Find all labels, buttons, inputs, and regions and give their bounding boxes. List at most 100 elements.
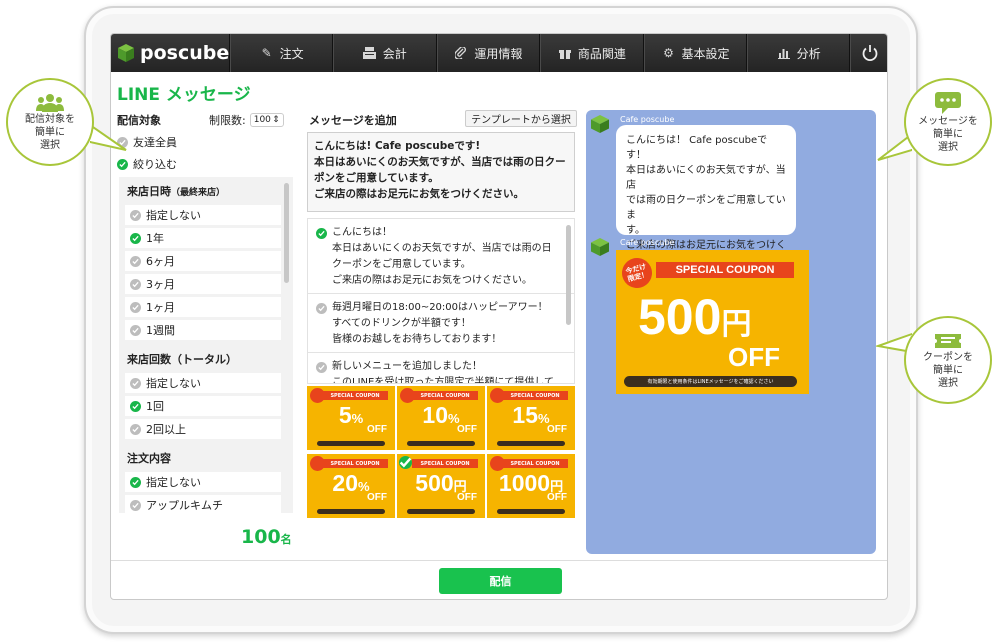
- check-circle-icon: [316, 228, 327, 239]
- filter-option[interactable]: 1ヶ月: [125, 297, 281, 317]
- top-nav-bar: poscube ✎ 注文 会計 運用情報 商品関連 ⚙ 基本設定 分析: [111, 34, 887, 72]
- coupon-tile[interactable]: SPECIAL COUPON 1000円 OFF: [487, 454, 575, 518]
- filter-option-label: 3ヶ月: [146, 278, 175, 291]
- coupon-off-label: OFF: [367, 492, 387, 503]
- check-circle-icon: [399, 456, 412, 469]
- nav-item-analytics[interactable]: 分析: [747, 34, 850, 72]
- check-circle-icon: [316, 303, 327, 314]
- coupon-value-number: 1000: [498, 470, 551, 496]
- callout-text: クーポンを 簡単に 選択: [923, 351, 973, 389]
- coupon-footer: 有効期限と使用条件はLINEメッセージをご確認ください: [624, 376, 797, 387]
- brand-name: poscube: [140, 42, 230, 64]
- limit-select[interactable]: 100 ⇕: [249, 113, 284, 127]
- nav-item-operations[interactable]: 運用情報: [436, 34, 541, 72]
- recipient-count-unit: 名: [280, 533, 292, 546]
- coupon-footer: [317, 509, 385, 514]
- pencil-icon: ✎: [261, 46, 272, 60]
- filter-option[interactable]: 指定しない: [125, 472, 281, 492]
- template-text: こんにちは！ 本日はあいにくのお天気ですが、当店では雨の日 クーポンをご用意して…: [332, 227, 552, 286]
- template-text: 新しいメニューを追加しました！ このLINEを受け取った方限定で半額にて提供して…: [332, 361, 555, 384]
- template-item[interactable]: こんにちは！ 本日はあいにくのお天気ですが、当店では雨の日 クーポンをご用意して…: [308, 219, 574, 289]
- coupon-tile[interactable]: SPECIAL COUPON 500円 OFF: [397, 454, 485, 518]
- filter-option[interactable]: 1回: [125, 396, 281, 416]
- callout-coupon: クーポンを 簡単に 選択: [904, 316, 992, 404]
- coupon-badge: 今だけ 限定！: [618, 254, 656, 292]
- power-icon: [862, 45, 878, 62]
- nav-item-products[interactable]: 商品関連: [540, 34, 644, 72]
- coupon-ribbon: SPECIAL COUPON: [322, 459, 388, 468]
- template-items: こんにちは！ 本日はあいにくのお天気ですが、当店では雨の日 クーポンをご用意して…: [308, 219, 574, 384]
- coupon-ribbon: SPECIAL COUPON: [412, 391, 478, 400]
- check-circle-icon: [130, 255, 141, 267]
- check-circle-icon: [130, 209, 141, 221]
- coupon-footer: [407, 509, 475, 514]
- coupon-value-unit: %: [351, 411, 364, 426]
- filter-option[interactable]: 1週間: [125, 320, 281, 340]
- filter-heading-subtitle: （最終来店）: [171, 188, 226, 198]
- gears-icon: ⚙: [663, 46, 674, 60]
- coupon-footer: [497, 441, 565, 446]
- compose-label: メッセージを追加: [309, 114, 397, 127]
- filter-option-label: 指定しない: [146, 377, 201, 390]
- bar-chart-icon: [777, 46, 791, 60]
- coupon-tile[interactable]: SPECIAL COUPON 20% OFF: [307, 454, 395, 518]
- preview-coupon-image: SPECIAL COUPON 今だけ 限定！ 500円 OFF 有効期限と使用条…: [616, 250, 809, 394]
- paperclip-icon: [454, 46, 468, 60]
- page-title: LINE メッセージ: [117, 85, 251, 105]
- template-list-scrollbar[interactable]: [566, 225, 571, 325]
- line-preview-panel: Cafe poscube こんにちは！ Cafe poscubeです！ 本日はあ…: [586, 110, 876, 554]
- message-textarea[interactable]: こんにちは! Cafe poscubeです! 本日はあいにくのお天気ですが、当店…: [307, 132, 575, 212]
- filter-option[interactable]: 3ヶ月: [125, 274, 281, 294]
- coupon-ribbon: SPECIAL COUPON: [656, 262, 794, 278]
- check-circle-icon: [316, 362, 327, 373]
- template-select-button[interactable]: テンプレートから選択: [465, 110, 577, 127]
- callout-tail: [90, 123, 127, 151]
- coupon-footer: [497, 509, 565, 514]
- coupon-grid: SPECIAL COUPON 5% OFF SPECIAL COUPON 10% OFF S…: [307, 386, 575, 520]
- cube-avatar-icon: [591, 238, 609, 256]
- nav-item-label: 基本設定: [681, 46, 730, 61]
- coupon-off-label: OFF: [728, 342, 780, 372]
- filter-option[interactable]: 6ヶ月: [125, 251, 281, 271]
- coupon-tile[interactable]: SPECIAL COUPON 10% OFF: [397, 386, 485, 450]
- filter-option[interactable]: 指定しない: [125, 205, 281, 225]
- filter-option-label: 指定しない: [146, 209, 201, 222]
- coupon-value-number: 10: [422, 402, 449, 428]
- power-button[interactable]: [849, 34, 887, 72]
- filter-option[interactable]: 1年: [125, 228, 281, 248]
- callout-message: メッセージを 簡単に 選択: [904, 78, 992, 166]
- filter-option-label: 1ヶ月: [146, 301, 175, 314]
- filter-option[interactable]: 2回以上: [125, 419, 281, 439]
- filter-option[interactable]: 指定しない: [125, 373, 281, 393]
- stepper-icon: ⇕: [272, 115, 280, 125]
- coupon-value-number: 500: [415, 470, 454, 496]
- brand-logo[interactable]: poscube: [111, 34, 231, 72]
- template-item[interactable]: 毎週月曜日の18:00~20:00はハッピーアワー！ すべてのドリンクが半額です…: [308, 293, 574, 348]
- check-circle-icon: [130, 499, 141, 511]
- check-circle-icon: [130, 301, 141, 313]
- filter-option[interactable]: アップルキムチ: [125, 495, 281, 513]
- filter-scrollbar[interactable]: [284, 183, 289, 283]
- template-item[interactable]: 新しいメニューを追加しました！ このLINEを受け取った方限定で半額にて提供して…: [308, 352, 574, 384]
- template-list: こんにちは！ 本日はあいにくのお天気ですが、当店では雨の日 クーポンをご用意して…: [307, 218, 575, 384]
- coupon-footer: [317, 441, 385, 446]
- ticket-icon: [935, 333, 961, 348]
- recipient-count-value: 100: [241, 526, 281, 548]
- chat-bubble-icon: [935, 91, 961, 114]
- coupon-value-number: 15: [512, 402, 539, 428]
- nav-item-label: 会計: [382, 46, 407, 61]
- nav-item-settings[interactable]: ⚙ 基本設定: [643, 34, 748, 72]
- check-circle-icon: [130, 476, 141, 488]
- limit-value: 100: [253, 115, 271, 125]
- callout-target: 配信対象を 簡単に 選択: [6, 78, 94, 166]
- coupon-tile[interactable]: SPECIAL COUPON 5% OFF: [307, 386, 395, 450]
- coupon-tile[interactable]: SPECIAL COUPON 15% OFF: [487, 386, 575, 450]
- nav-item-checkout[interactable]: 会計: [332, 34, 437, 72]
- send-button[interactable]: 配信: [439, 568, 562, 594]
- filter-option-label: アップルキムチ: [146, 499, 223, 512]
- coupon-off-label: OFF: [457, 492, 477, 503]
- filter-panel: 来店日時（最終来店） 指定しない 1年 6ヶ月 3ヶ月 1ヶ月 1週間 来店回数（トータル…: [119, 177, 293, 513]
- filter-option-label: 指定しない: [146, 476, 201, 489]
- footer-divider: [111, 560, 887, 561]
- nav-item-order[interactable]: ✎ 注文: [230, 34, 333, 72]
